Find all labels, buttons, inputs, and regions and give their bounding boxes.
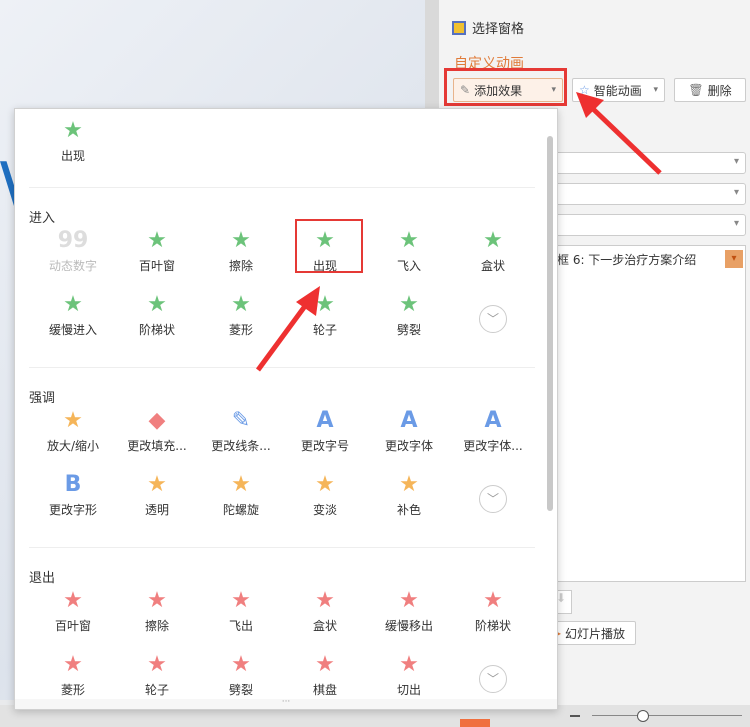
red-arrow-icon (576, 92, 662, 175)
annotation-arrows (255, 92, 662, 372)
red-arrow-icon (255, 286, 320, 372)
